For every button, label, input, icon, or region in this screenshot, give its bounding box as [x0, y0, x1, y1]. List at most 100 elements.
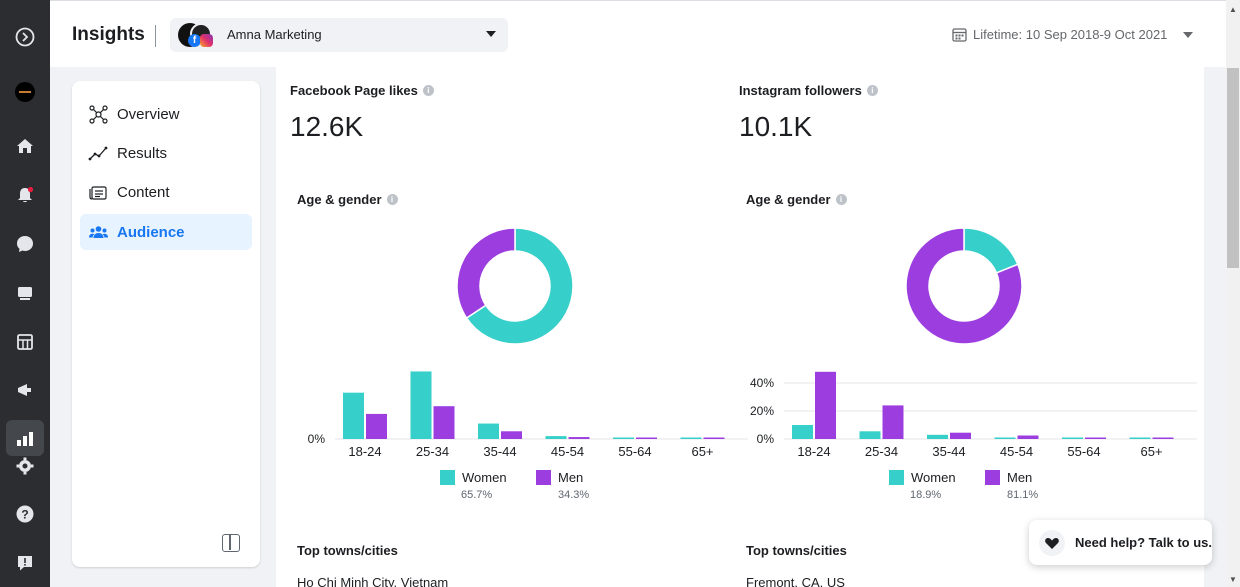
nav-item-label: Audience	[117, 223, 185, 241]
instagram-first-city: Fremont, CA, US	[746, 575, 845, 587]
calendar-icon	[952, 28, 967, 42]
facebook-bars-category-label: 25-34	[416, 444, 449, 459]
facebook-donut-slice-men	[456, 227, 516, 320]
heart-chat-icon	[1039, 529, 1065, 556]
network-icon	[89, 104, 108, 124]
instagram-bars-bar-men	[882, 405, 904, 439]
instagram-bars-bar-men	[1017, 435, 1039, 439]
chevron-down-icon	[486, 31, 496, 37]
age-gender-charts: 0% 18-24 25-34 35-44 45-54 55-64 65+ 0% 20% 40% 18…	[308, 227, 1197, 459]
pages-icon[interactable]	[9, 277, 41, 309]
ads-icon[interactable]	[9, 374, 41, 406]
facebook-bars-bar-men	[703, 437, 725, 439]
legend-swatch-women	[440, 470, 455, 485]
instagram-bars-category-label: 65+	[1140, 444, 1162, 459]
nav-item-label: Results	[117, 144, 168, 162]
instagram-bars-ytick-label: 0%	[757, 432, 775, 446]
people-icon	[89, 225, 108, 238]
legend-label-men: Men	[1007, 470, 1033, 485]
instagram-bars-bar-men	[1152, 437, 1174, 439]
scrollbar-thumb[interactable]	[1227, 68, 1239, 268]
facebook-bars-bar-men	[433, 406, 455, 439]
facebook-bars-bar-women	[613, 437, 634, 439]
planner-icon[interactable]	[9, 326, 41, 358]
date-range-label: Lifetime: 10 Sep 2018-9 Oct 2021	[973, 27, 1168, 42]
nav-item-label: Overview	[117, 105, 180, 123]
facebook-bars-bar-men	[366, 413, 387, 439]
date-range-selector[interactable]: Lifetime: 10 Sep 2018-9 Oct 2021	[952, 27, 1194, 42]
page-title: Insights	[72, 24, 145, 45]
instagram-bars-bar-women	[792, 425, 813, 439]
help-label: Need help? Talk to us.	[1075, 535, 1213, 550]
facebook-bars-category-label: 45-54	[551, 444, 584, 459]
legend-value-men: 81.1%	[1007, 489, 1039, 501]
facebook-top-cities-label: Top towns/cities	[297, 543, 398, 558]
page-header: Insights f Amna Marketing Lifetime: 10 S…	[50, 0, 1226, 67]
instagram-bars-bar-men	[815, 371, 836, 439]
instagram-bars-bar-men	[950, 432, 971, 439]
facebook-bars-bar-women	[545, 436, 567, 439]
facebook-bars-bar-men	[568, 437, 590, 439]
header-divider	[155, 25, 156, 47]
legend-label-men: Men	[558, 470, 584, 485]
home-icon[interactable]	[9, 130, 41, 162]
nav-item-overview[interactable]: Overview	[80, 96, 252, 132]
legend-value-women: 65.7%	[461, 489, 493, 501]
svg-text:?: ?	[21, 508, 28, 522]
legend-label-women: Women	[462, 470, 507, 485]
nav-item-content[interactable]: Content	[80, 174, 252, 210]
line-chart-icon	[88, 146, 108, 160]
account-name: Amna Marketing	[227, 27, 322, 42]
legend-swatch-men	[985, 470, 1000, 485]
nav-item-results[interactable]: Results	[80, 135, 252, 171]
legend-value-men: 34.3%	[558, 489, 590, 501]
logo-icon[interactable]	[9, 21, 41, 53]
facebook-first-city: Ho Chi Minh City, Vietnam	[297, 575, 449, 587]
scroll-down-arrow[interactable]: ▼	[1229, 575, 1237, 584]
instagram-top-cities-label: Top towns/cities	[746, 543, 847, 558]
facebook-bars-bar-men	[501, 431, 522, 439]
instagram-bars-ytick-label: 20%	[750, 404, 774, 418]
instagram-bars-bar-women	[1129, 437, 1151, 439]
notifications-icon[interactable]	[9, 179, 41, 211]
messages-icon[interactable]	[9, 228, 41, 260]
insights-nav: Overview Results Content Audience	[72, 81, 260, 567]
instagram-bars-category-label: 45-54	[1000, 444, 1033, 459]
legend-swatch-women	[889, 470, 904, 485]
facebook-bars-category-label: 55-64	[618, 444, 651, 459]
chevron-down-icon	[1183, 31, 1194, 38]
help-icon[interactable]: ?	[9, 498, 41, 530]
instagram-donut-slice-women	[963, 227, 1019, 274]
instagram-bars-bar-women	[994, 437, 1016, 439]
legend-label-women: Women	[911, 470, 956, 485]
instagram-bars-category-label: 55-64	[1067, 444, 1100, 459]
app-rail: ?	[0, 0, 50, 587]
instagram-bars-ytick-label: 40%	[750, 376, 774, 390]
account-selector[interactable]: f Amna Marketing	[170, 18, 508, 52]
scroll-up-arrow[interactable]: ▲	[1229, 5, 1237, 14]
instagram-bars-category-label: 35-44	[932, 444, 965, 459]
facebook-bars-category-label: 18-24	[348, 444, 381, 459]
instagram-bars-bar-women	[927, 434, 948, 439]
instagram-bars-category-label: 25-34	[865, 444, 898, 459]
nav-item-label: Content	[117, 183, 170, 201]
facebook-bars-bar-women	[680, 437, 702, 439]
nav-item-audience[interactable]: Audience	[80, 214, 252, 250]
instagram-icon	[200, 34, 213, 47]
facebook-bars-bar-women	[410, 371, 432, 439]
instagram-bars-category-label: 18-24	[797, 444, 830, 459]
audience-content: Facebook Page likes i 12.6K Age & gender…	[276, 67, 1204, 587]
instagram-bars-bar-women	[1062, 437, 1083, 439]
avatar[interactable]	[9, 76, 41, 108]
instagram-bars-bar-women	[859, 431, 881, 439]
legend-value-women: 18.9%	[910, 489, 942, 501]
facebook-bars-bar-women	[343, 392, 364, 439]
instagram-bars-bar-men	[1085, 437, 1106, 439]
settings-icon[interactable]	[9, 450, 41, 482]
report-icon[interactable]	[9, 547, 41, 579]
help-chat-button[interactable]: Need help? Talk to us.	[1029, 520, 1212, 565]
collapse-sidebar-icon[interactable]	[222, 534, 240, 552]
facebook-bars-category-label: 35-44	[483, 444, 516, 459]
facebook-bars-category-label: 65+	[691, 444, 713, 459]
facebook-bars-bar-women	[478, 423, 499, 439]
